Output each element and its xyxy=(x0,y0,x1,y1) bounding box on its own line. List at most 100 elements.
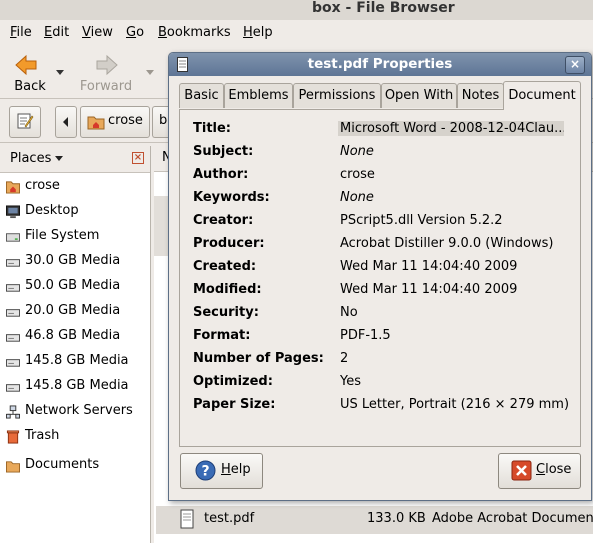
crumb-label: crose xyxy=(108,113,143,128)
close-sidebar-icon[interactable]: × xyxy=(132,152,144,164)
back-arrow-icon xyxy=(15,54,37,76)
path-crumb-crose[interactable]: crose xyxy=(80,106,150,138)
prop-label-format: Format: xyxy=(193,328,251,343)
help-button[interactable]: ? Help xyxy=(180,453,263,489)
prop-label-producer: Producer: xyxy=(193,236,265,251)
back-button[interactable]: Back xyxy=(0,50,60,96)
prop-value-keywords[interactable]: None xyxy=(340,190,374,205)
sidebar-item-label: 46.8 GB Media xyxy=(25,328,121,343)
sidebar-item-documents[interactable]: Documents xyxy=(0,454,150,479)
prop-value-format[interactable]: PDF-1.5 xyxy=(340,328,391,343)
sidebar-item-label: 20.0 GB Media xyxy=(25,303,121,318)
drive-icon xyxy=(6,284,20,292)
file-row-test-pdf[interactable]: test.pdf 133.0 KB Adobe Acrobat Documen xyxy=(156,506,593,534)
prop-label-modified: Modified: xyxy=(193,282,262,297)
prop-label-subject: Subject: xyxy=(193,144,254,159)
prop-label-optimized: Optimized: xyxy=(193,374,273,389)
pencil-paper-icon xyxy=(17,113,34,129)
file-size: 133.0 KB xyxy=(367,511,426,526)
close-icon xyxy=(511,460,532,481)
sidebar-item-network-servers[interactable]: Network Servers xyxy=(0,400,150,425)
dialog-titlebar[interactable]: test.pdf Properties × xyxy=(169,53,591,76)
sidebar-item-20-0-gb-media[interactable]: 20.0 GB Media xyxy=(0,300,150,325)
back-history-chevron-icon[interactable] xyxy=(56,70,64,75)
places-sidebar: Places × crose Desktop File System 30.0 GB … xyxy=(0,146,151,543)
document-tab-panel: Title: Microsoft Word - 2008-12-04Clau...… xyxy=(179,109,581,447)
tab-basic[interactable]: Basic xyxy=(179,83,224,108)
sidebar-item-label: Documents xyxy=(25,457,100,472)
prop-value-author[interactable]: crose xyxy=(340,167,375,182)
prop-label-number-of-pages: Number of Pages: xyxy=(193,351,324,366)
prop-value-modified[interactable]: Wed Mar 11 14:04:40 2009 xyxy=(340,282,517,297)
sidebar-item-30-0-gb-media[interactable]: 30.0 GB Media xyxy=(0,250,150,275)
harddisk-icon xyxy=(6,233,20,242)
dialog-close-icon[interactable]: × xyxy=(565,56,585,74)
prop-label-keywords: Keywords: xyxy=(193,190,270,205)
tab-notes[interactable]: Notes xyxy=(457,83,504,108)
drive-icon xyxy=(6,359,20,367)
folder-icon xyxy=(6,461,20,473)
row-stripe xyxy=(154,196,168,256)
places-dropdown[interactable]: Places xyxy=(10,151,64,166)
home-folder-icon xyxy=(87,116,105,130)
drive-icon xyxy=(6,309,20,317)
sidebar-item-desktop[interactable]: Desktop xyxy=(0,200,150,225)
sidebar-item-file-system[interactable]: File System xyxy=(0,225,150,250)
pdf-file-icon xyxy=(180,509,194,529)
sidebar-item-crose[interactable]: crose xyxy=(0,175,150,200)
prop-value-subject[interactable]: None xyxy=(340,144,374,159)
prop-value-security[interactable]: No xyxy=(340,305,358,320)
sidebar-item-label: 50.0 GB Media xyxy=(25,278,121,293)
home-folder-icon xyxy=(6,181,20,194)
close-button[interactable]: Close xyxy=(498,453,581,489)
prop-value-paper-size[interactable]: US Letter, Portrait (216 × 279 mm) xyxy=(340,397,569,412)
sidebar-item-145-8-gb-media[interactable]: 145.8 GB Media xyxy=(0,350,150,375)
menu-view[interactable]: View xyxy=(82,25,113,40)
tab-open-with[interactable]: Open With xyxy=(381,83,457,108)
forward-history-chevron-icon[interactable] xyxy=(146,70,154,75)
edit-location-button[interactable] xyxy=(9,106,41,138)
close-label: Close xyxy=(536,462,572,477)
prop-value-creator[interactable]: PScript5.dll Version 5.2.2 xyxy=(340,213,503,228)
sidebar-item-46-8-gb-media[interactable]: 46.8 GB Media xyxy=(0,325,150,350)
sidebar-item-label: 30.0 GB Media xyxy=(25,253,121,268)
prop-label-security: Security: xyxy=(193,305,259,320)
path-scroll-left-button[interactable] xyxy=(55,106,77,138)
sidebar-item-label: Trash xyxy=(25,428,60,443)
menu-help[interactable]: Help xyxy=(243,25,273,40)
dialog-title: test.pdf Properties xyxy=(307,56,453,72)
sidebar-item-50-0-gb-media[interactable]: 50.0 GB Media xyxy=(0,275,150,300)
drive-icon xyxy=(6,259,20,267)
sidebar-item-label: Desktop xyxy=(25,203,79,218)
prop-value-number-of-pages[interactable]: 2 xyxy=(340,351,348,366)
network-icon xyxy=(5,405,20,419)
menu-go[interactable]: Go xyxy=(126,25,144,40)
tab-permissions[interactable]: Permissions xyxy=(293,83,381,108)
menu-file[interactable]: File xyxy=(10,25,32,40)
prop-value-created[interactable]: Wed Mar 11 14:04:40 2009 xyxy=(340,259,517,274)
sidebar-item-label: crose xyxy=(25,178,60,193)
sidebar-item-145-8-gb-media[interactable]: 145.8 GB Media xyxy=(0,375,150,400)
properties-dialog: test.pdf Properties × Basic Emblems Perm… xyxy=(168,52,592,501)
prop-value-title[interactable]: Microsoft Word - 2008-12-04Clau... xyxy=(338,121,564,136)
menu-bookmarks[interactable]: Bookmarks xyxy=(158,25,231,40)
menubar: File Edit View Go Bookmarks Help xyxy=(0,22,593,44)
sidebar-item-label: 145.8 GB Media xyxy=(25,378,129,393)
tab-emblems[interactable]: Emblems xyxy=(224,83,293,108)
crumb-next-label: b xyxy=(159,113,168,128)
window-titlebar: box - File Browser xyxy=(0,0,593,20)
prop-value-optimized[interactable]: Yes xyxy=(340,374,361,389)
prop-value-producer[interactable]: Acrobat Distiller 9.0.0 (Windows) xyxy=(340,236,553,251)
forward-label: Forward xyxy=(79,79,133,94)
forward-arrow-icon xyxy=(96,54,118,76)
back-label: Back xyxy=(14,79,46,94)
sidebar-item-label: Network Servers xyxy=(25,403,133,418)
help-icon: ? xyxy=(195,460,216,481)
svg-text:?: ? xyxy=(201,464,209,480)
sidebar-item-trash[interactable]: Trash xyxy=(0,425,150,450)
forward-button[interactable]: Forward xyxy=(76,50,136,96)
prop-label-author: Author: xyxy=(193,167,249,182)
file-name: test.pdf xyxy=(204,511,255,526)
menu-edit[interactable]: Edit xyxy=(44,25,69,40)
tab-document[interactable]: Document xyxy=(503,81,581,110)
